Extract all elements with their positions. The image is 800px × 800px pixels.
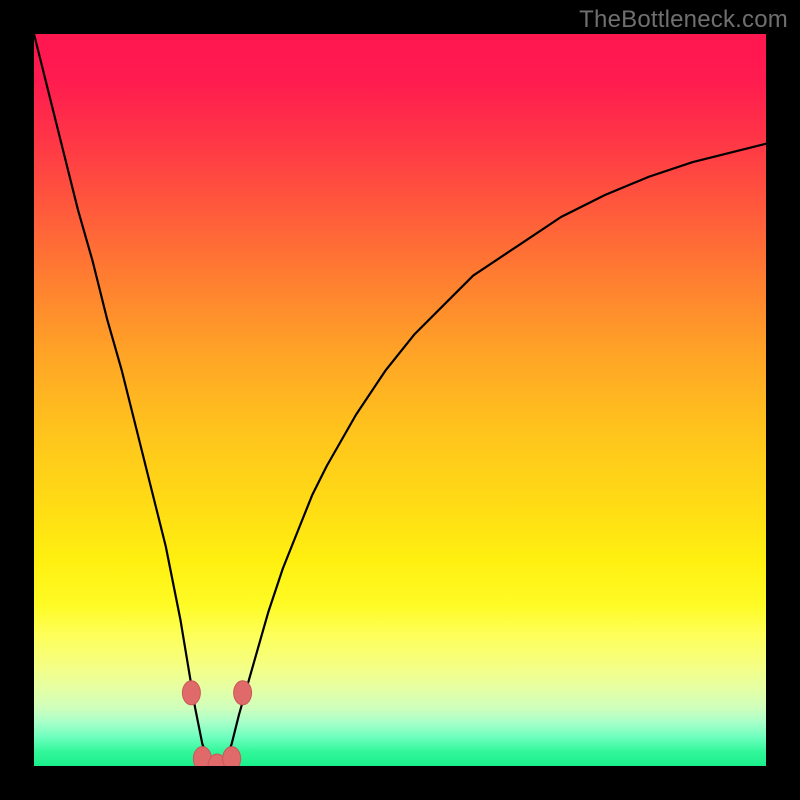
watermark-text: TheBottleneck.com [579, 6, 788, 34]
curve-markers [182, 681, 251, 766]
bottleneck-curve [34, 34, 766, 766]
curve-layer [34, 34, 766, 766]
curve-marker [182, 681, 200, 705]
plot-area [34, 34, 766, 766]
curve-marker [223, 747, 241, 766]
chart-frame: TheBottleneck.com [0, 0, 800, 800]
curve-marker [234, 681, 252, 705]
